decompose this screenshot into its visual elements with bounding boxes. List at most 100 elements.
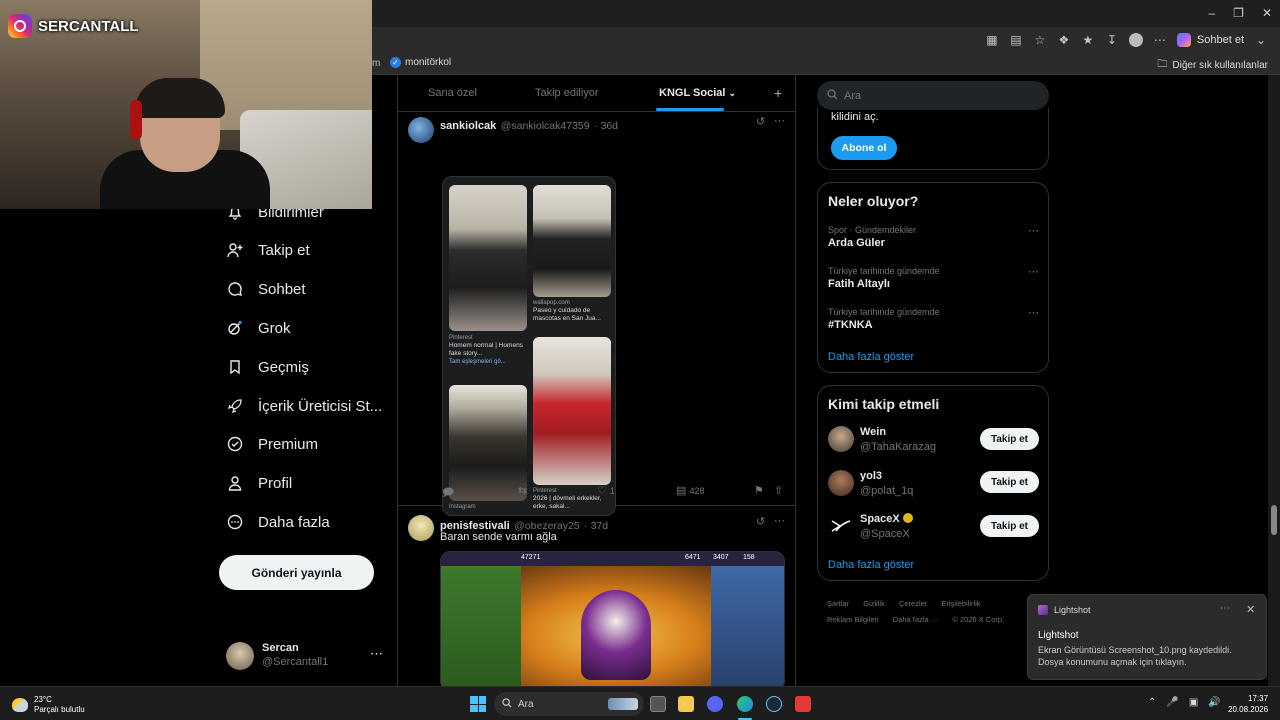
tweet-author-name[interactable]: sankiolcak xyxy=(440,120,496,132)
more-dots-icon[interactable]: ⋯ xyxy=(1028,265,1039,278)
notification-toast[interactable]: Lightshot ⋯ ✕ Lightshot Ekran Görüntüsü … xyxy=(1027,594,1267,680)
tweet-author-handle[interactable]: @sankiolcak47359 xyxy=(501,120,590,132)
show-more-trends-link[interactable]: Daha fazla göster xyxy=(828,351,914,363)
bookmark-monitorkol[interactable]: ✓ monitörkol xyxy=(390,57,451,68)
reply-icon[interactable]: 🗩 xyxy=(442,484,454,503)
close-icon[interactable]: ✕ xyxy=(1262,6,1272,20)
avatar[interactable] xyxy=(408,117,434,143)
reader-icon[interactable]: ▤ xyxy=(1009,33,1023,47)
favorite-star-icon[interactable]: ☆ xyxy=(1033,33,1047,47)
nav-item-bookmarks[interactable]: Geçmiş xyxy=(226,356,309,378)
nav-item-premium[interactable]: Premium xyxy=(226,433,318,455)
nav-item-creator-studio[interactable]: İçerik Üreticisi St... xyxy=(226,395,382,417)
nav-item-more[interactable]: Daha fazla xyxy=(226,511,330,533)
footer-link[interactable]: Gizlilik xyxy=(863,599,885,608)
apps-icon[interactable]: ▦ xyxy=(985,33,999,47)
nav-item-profile[interactable]: Profil xyxy=(226,472,292,494)
avatar[interactable] xyxy=(408,515,434,541)
taskbar-search[interactable]: Ara xyxy=(494,692,644,716)
more-dots-icon[interactable]: ⋯ xyxy=(774,114,785,127)
more-dots-icon[interactable]: ⋯ xyxy=(774,514,785,527)
subscribe-button[interactable]: Abone ol xyxy=(831,136,897,160)
avatar[interactable] xyxy=(828,426,854,452)
steam-icon[interactable] xyxy=(766,696,782,712)
tab-following[interactable]: Takip ediliyor xyxy=(535,87,599,99)
chevron-up-icon[interactable]: ⌃ xyxy=(1148,697,1156,708)
follow-button[interactable]: Takip et xyxy=(980,515,1039,537)
views-button[interactable]: ▤ 428 xyxy=(676,484,705,497)
tab-for-you[interactable]: Sana özel xyxy=(428,87,477,99)
grok-icon[interactable]: ↺ xyxy=(756,515,765,528)
footer-link[interactable]: Şartlar xyxy=(827,599,849,608)
avatar[interactable] xyxy=(828,470,854,496)
page-scrollbar[interactable] xyxy=(1268,75,1280,686)
suggested-user-handle[interactable]: @polat_1q xyxy=(860,485,913,497)
network-icon[interactable]: ▣ xyxy=(1189,697,1198,708)
tweet-time[interactable]: · 37d xyxy=(584,520,608,532)
collage-text: Paseo y cuidado de mascotas en San Jua..… xyxy=(533,307,601,322)
follow-button[interactable]: Takip et xyxy=(980,471,1039,493)
footer-link[interactable]: Çerezler xyxy=(899,599,927,608)
favorites-icon[interactable]: ★ xyxy=(1081,33,1095,47)
footer-link[interactable]: Erişilebilirlik xyxy=(941,599,980,608)
collage-photo xyxy=(533,185,611,297)
spacex-logo-icon[interactable] xyxy=(828,513,854,539)
extensions-icon[interactable]: ❖ xyxy=(1057,33,1071,47)
tab-kngl-social[interactable]: KNGL Social ⌄ xyxy=(659,87,736,99)
suggested-user-name[interactable]: yol3 xyxy=(860,470,882,482)
trend-name[interactable]: Arda Güler xyxy=(828,237,885,249)
more-dots-icon[interactable]: ⋯ xyxy=(1028,306,1039,319)
suggested-user-handle[interactable]: @SpaceX xyxy=(860,528,910,540)
task-view-icon[interactable] xyxy=(650,696,666,712)
footer-link[interactable]: Daha fazla ··· xyxy=(893,615,938,624)
scrollbar-thumb[interactable] xyxy=(1271,505,1277,535)
close-icon[interactable]: ✕ xyxy=(1246,603,1255,616)
repost-icon[interactable]: ⇆ xyxy=(518,484,527,497)
more-dots-icon[interactable]: ⋯ xyxy=(1028,224,1039,237)
file-explorer-icon[interactable] xyxy=(678,696,694,712)
copilot-chat-button[interactable]: Sohbet et xyxy=(1176,33,1244,47)
footer-link[interactable]: Reklam Bilgileri xyxy=(827,615,879,624)
bookmark-truncated[interactable]: m xyxy=(372,58,380,69)
chevron-down-icon[interactable]: ⌄ xyxy=(1254,33,1268,47)
more-dots-icon[interactable]: ⋯ xyxy=(1220,603,1230,614)
post-button[interactable]: Gönderi yayınla xyxy=(219,555,374,590)
menu-dots-icon[interactable]: ⋯ xyxy=(1153,33,1167,47)
grok-icon[interactable]: ↺ xyxy=(756,115,765,128)
restore-icon[interactable]: ❐ xyxy=(1233,6,1244,20)
account-switcher[interactable]: Sercan @Sercantall1 ⋯ xyxy=(226,640,386,672)
download-icon[interactable]: ↧ xyxy=(1105,33,1119,47)
more-dots-icon[interactable]: ⋯ xyxy=(370,646,383,662)
share-icon[interactable]: ⇧ xyxy=(774,484,783,497)
suggested-user-handle[interactable]: @TahaKarazag xyxy=(860,441,936,453)
trend-name[interactable]: #TKNKA xyxy=(828,319,873,331)
show-more-suggestions-link[interactable]: Daha fazla göster xyxy=(828,559,914,571)
like-button[interactable]: ♡ 1 xyxy=(597,484,615,497)
other-favorites-folder[interactable]: 🗀 Diğer sık kullanılanlar xyxy=(1157,57,1268,74)
suggested-user-name[interactable]: Wein xyxy=(860,426,886,438)
add-tab-icon[interactable]: + xyxy=(774,85,782,101)
search-input[interactable]: Ara xyxy=(817,81,1049,110)
app-red-icon[interactable] xyxy=(795,696,811,712)
windows-start-icon[interactable] xyxy=(470,696,486,712)
weather-widget[interactable]: 23°C Parçalı bulutlu xyxy=(12,695,85,715)
tweet-image-collage[interactable]: wallapop.com Paseo y cuidado de mascotas… xyxy=(442,176,616,516)
nav-item-chat[interactable]: Sohbet xyxy=(226,278,306,300)
minimize-icon[interactable]: – xyxy=(1208,6,1215,20)
nav-item-grok[interactable]: Grok xyxy=(226,317,291,339)
taskbar-clock[interactable]: 17:37 20.08.2026 xyxy=(1228,693,1268,715)
suggested-user-name[interactable]: SpaceX xyxy=(860,513,913,525)
bookmark-icon[interactable]: ⚑ xyxy=(754,484,764,497)
trend-name[interactable]: Fatih Altaylı xyxy=(828,278,890,290)
follow-button[interactable]: Takip et xyxy=(980,428,1039,450)
tweet-media-game-screenshot[interactable]: 47271 6471 3407 158 xyxy=(440,551,785,691)
edge-icon[interactable] xyxy=(737,696,753,712)
tweet-time[interactable]: · 36d xyxy=(594,120,618,132)
discord-icon[interactable] xyxy=(707,696,723,712)
person-add-icon xyxy=(226,241,244,259)
microphone-icon[interactable]: 🎤 xyxy=(1166,697,1178,708)
profile-avatar[interactable] xyxy=(1128,33,1143,47)
volume-icon[interactable]: 🔊 xyxy=(1208,697,1220,708)
nav-item-follow[interactable]: Takip et xyxy=(226,239,310,261)
tweet[interactable]: sankiolcak @sankiolcak47359 · 36d ↺ ⋯ wa… xyxy=(398,112,795,516)
